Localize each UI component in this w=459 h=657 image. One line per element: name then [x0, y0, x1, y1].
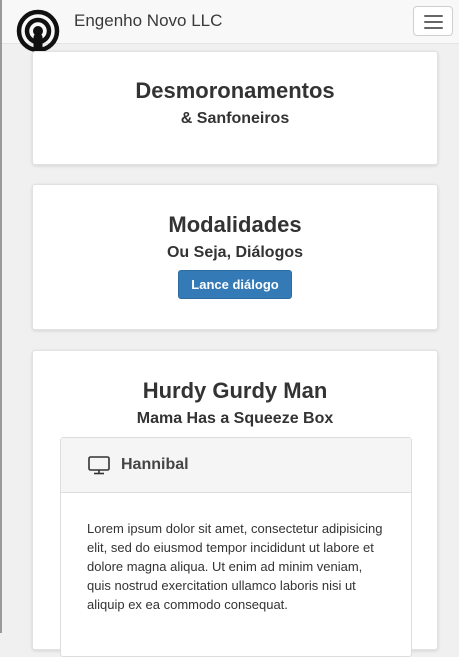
- card-modalidades: Modalidades Ou Seja, Diálogos Lance diál…: [32, 184, 438, 330]
- navbar: Engenho Novo LLC: [2, 0, 459, 58]
- card-subtitle: Mama Has a Squeeze Box: [136, 410, 334, 427]
- card-title: Modalidades: [168, 212, 302, 237]
- navbar-toggle-button[interactable]: [413, 6, 453, 36]
- monitor-icon: [88, 456, 110, 475]
- panel-heading: Hannibal: [61, 438, 411, 493]
- brand-name[interactable]: Engenho Novo LLC: [74, 11, 222, 31]
- panel: Hannibal Lorem ipsum dolor sit amet, con…: [60, 437, 412, 657]
- card-title: Desmoronamentos: [135, 78, 335, 103]
- lance-dialogo-button[interactable]: Lance diálogo: [178, 270, 292, 299]
- hamburger-menu-icon: [424, 15, 443, 17]
- page-left-border: [0, 0, 2, 633]
- card-title: Hurdy Gurdy Man: [142, 378, 328, 403]
- panel-title: Hannibal: [121, 456, 189, 473]
- panel-body-text: Lorem ipsum dolor sit amet, consectetur …: [87, 521, 383, 612]
- card-subtitle: & Sanfoneiros: [180, 110, 290, 127]
- card-subtitle: Ou Seja, Diálogos: [166, 244, 304, 261]
- card-hurdy-gurdy-man: Hurdy Gurdy Man Mama Has a Squeeze Box H…: [32, 350, 438, 657]
- card-desmoronamentos: Desmoronamentos & Sanfoneiros: [32, 51, 438, 165]
